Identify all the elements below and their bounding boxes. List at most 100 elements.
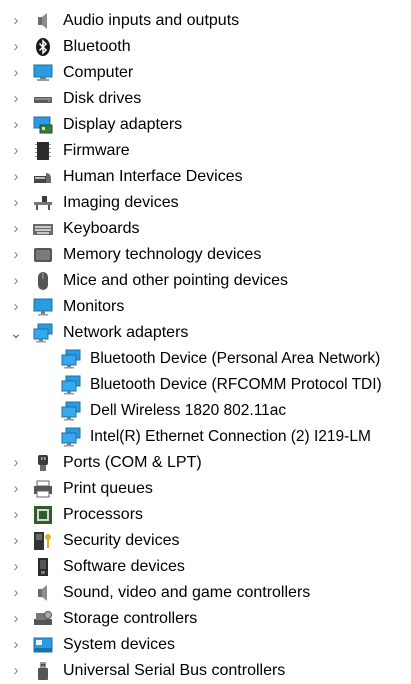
tree-item-label: Keyboards (63, 220, 140, 237)
software-device-icon (33, 557, 53, 577)
tree-item-keyboards[interactable]: › Keyboards (0, 216, 411, 242)
tree-item-monitors[interactable]: › Monitors (0, 294, 411, 320)
storage-controller-icon (33, 609, 53, 629)
bluetooth-icon (33, 37, 53, 57)
tree-item-label: Print queues (63, 480, 153, 497)
chevron-down-icon[interactable]: ⌄ (7, 320, 25, 346)
hid-icon (33, 167, 53, 187)
tree-item-label: Processors (63, 506, 144, 523)
tree-item-label: Storage controllers (63, 610, 198, 627)
chevron-right-icon[interactable]: › (7, 8, 25, 34)
chevron-right-icon[interactable]: › (7, 216, 25, 242)
tree-child-label: Intel(R) Ethernet Connection (2) I219-LM (90, 428, 371, 445)
chevron-right-icon[interactable]: › (7, 112, 25, 138)
tree-item-audio-inputs-and-outputs[interactable]: › Audio inputs and outputs (0, 8, 411, 34)
tree-item-label: Human Interface Devices (63, 168, 243, 185)
tree-item-label: System devices (63, 636, 176, 653)
network-adapter-icon (61, 427, 81, 447)
chevron-right-icon[interactable]: › (7, 528, 25, 554)
chevron-right-icon[interactable]: › (7, 580, 25, 606)
tree-item-label: Sound, video and game controllers (63, 584, 311, 601)
tree-item-mice-and-other-pointing-devices[interactable]: › Mice and other pointing devices (0, 268, 411, 294)
keyboard-icon (33, 219, 53, 239)
monitor-icon (33, 297, 53, 317)
tree-item-label: Bluetooth (63, 38, 131, 55)
chevron-right-icon[interactable]: › (7, 190, 25, 216)
tree-item-label: Ports (COM & LPT) (63, 454, 202, 471)
mouse-icon (33, 271, 53, 291)
chevron-right-icon[interactable]: › (7, 502, 25, 528)
firmware-chip-icon (33, 141, 53, 161)
tree-item-label: Display adapters (63, 116, 183, 133)
tree-child-bluetooth-device-rfcomm-protocol-tdi[interactable]: Bluetooth Device (RFCOMM Protocol TDI) (0, 372, 411, 398)
tree-item-label: Software devices (63, 558, 185, 575)
tree-item-label: Mice and other pointing devices (63, 272, 289, 289)
tree-item-firmware[interactable]: › Firmware (0, 138, 411, 164)
speaker-icon (33, 11, 53, 31)
tree-item-label: Monitors (63, 298, 125, 315)
tree-child-dell-wireless-1820-802-11ac[interactable]: Dell Wireless 1820 802.11ac (0, 398, 411, 424)
tree-item-imaging-devices[interactable]: › Imaging devices (0, 190, 411, 216)
speaker-icon (33, 583, 53, 603)
tree-item-software-devices[interactable]: › Software devices (0, 554, 411, 580)
tree-item-label: Network adapters (63, 324, 189, 341)
tree-child-label: Bluetooth Device (Personal Area Network) (90, 350, 381, 367)
computer-monitor-icon (33, 63, 53, 83)
tree-item-network-adapters[interactable]: ⌄ Network adapters (0, 320, 411, 346)
tree-item-universal-serial-bus-controllers[interactable]: › Universal Serial Bus controllers (0, 658, 411, 684)
tree-item-label: Audio inputs and outputs (63, 12, 240, 29)
tree-child-intel-r-ethernet-connection-2-i219-lm[interactable]: Intel(R) Ethernet Connection (2) I219-LM (0, 424, 411, 450)
tree-item-label: Computer (63, 64, 134, 81)
chevron-right-icon[interactable]: › (7, 450, 25, 476)
system-folder-icon (33, 635, 53, 655)
tree-item-processors[interactable]: › Processors (0, 502, 411, 528)
device-tree: › Audio inputs and outputs › Bluetooth › Comp… (0, 0, 411, 680)
chevron-right-icon[interactable]: › (7, 138, 25, 164)
tree-item-bluetooth[interactable]: › Bluetooth (0, 34, 411, 60)
tree-item-system-devices[interactable]: › System devices (0, 632, 411, 658)
chevron-right-icon[interactable]: › (7, 554, 25, 580)
network-adapter-icon (33, 323, 53, 343)
tree-item-display-adapters[interactable]: › Display adapters (0, 112, 411, 138)
tree-item-storage-controllers[interactable]: › Storage controllers (0, 606, 411, 632)
tree-item-sound-video-and-game-controllers[interactable]: › Sound, video and game controllers (0, 580, 411, 606)
tree-child-label: Dell Wireless 1820 802.11ac (90, 402, 287, 419)
chevron-right-icon[interactable]: › (7, 606, 25, 632)
tree-item-label: Security devices (63, 532, 180, 549)
network-adapter-icon (61, 349, 81, 369)
chevron-right-icon[interactable]: › (7, 632, 25, 658)
display-adapter-icon (33, 115, 53, 135)
chevron-right-icon[interactable]: › (7, 86, 25, 112)
chevron-right-icon[interactable]: › (7, 242, 25, 268)
memory-device-icon (33, 245, 53, 265)
tree-item-computer[interactable]: › Computer (0, 60, 411, 86)
tree-item-label: Memory technology devices (63, 246, 262, 263)
tree-item-disk-drives[interactable]: › Disk drives (0, 86, 411, 112)
tree-item-human-interface-devices[interactable]: › Human Interface Devices (0, 164, 411, 190)
tree-item-security-devices[interactable]: › Security devices (0, 528, 411, 554)
chevron-right-icon[interactable]: › (7, 164, 25, 190)
disk-drive-icon (33, 89, 53, 109)
chevron-right-icon[interactable]: › (7, 476, 25, 502)
chevron-right-icon[interactable]: › (7, 34, 25, 60)
chevron-right-icon[interactable]: › (7, 60, 25, 86)
tree-item-label: Disk drives (63, 90, 142, 107)
tree-item-ports-com-lpt[interactable]: › Ports (COM & LPT) (0, 450, 411, 476)
usb-icon (33, 661, 53, 681)
network-adapter-icon (61, 401, 81, 421)
chevron-right-icon[interactable]: › (7, 268, 25, 294)
tree-item-memory-technology-devices[interactable]: › Memory technology devices (0, 242, 411, 268)
port-icon (33, 453, 53, 473)
tree-child-bluetooth-device-personal-area-network[interactable]: Bluetooth Device (Personal Area Network) (0, 346, 411, 372)
network-adapter-icon (61, 375, 81, 395)
tree-item-print-queues[interactable]: › Print queues (0, 476, 411, 502)
tree-item-label: Universal Serial Bus controllers (63, 662, 286, 679)
camera-icon (33, 193, 53, 213)
tree-child-label: Bluetooth Device (RFCOMM Protocol TDI) (90, 376, 382, 393)
chevron-right-icon[interactable]: › (7, 658, 25, 684)
tree-item-label: Imaging devices (63, 194, 179, 211)
processor-icon (33, 505, 53, 525)
security-key-icon (33, 531, 53, 551)
chevron-right-icon[interactable]: › (7, 294, 25, 320)
printer-icon (33, 479, 53, 499)
